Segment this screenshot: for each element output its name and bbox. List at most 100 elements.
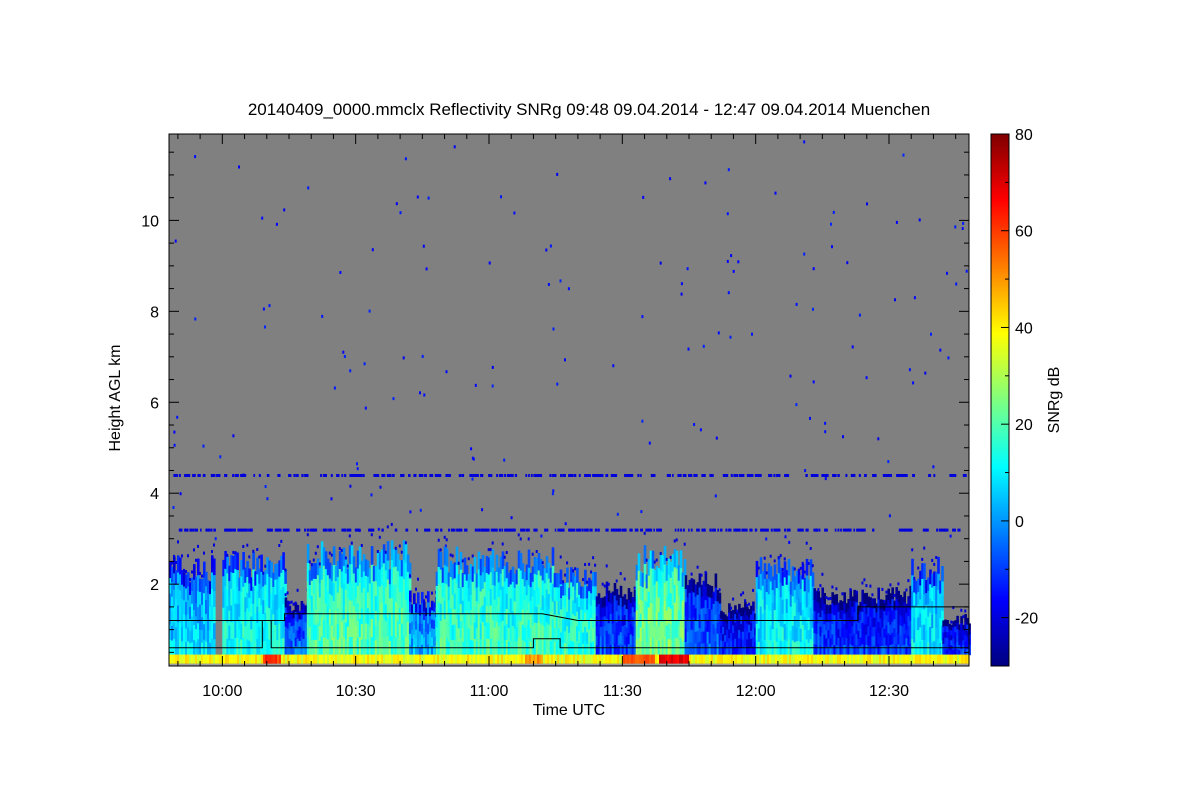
clutter-layer-cell (770, 528, 773, 532)
clutter-layer-cell (589, 528, 593, 532)
clutter-layer-cell (624, 474, 627, 477)
clutter-layer-cell (533, 528, 538, 532)
fringe-speck (400, 550, 403, 554)
fringe-speck (527, 537, 530, 541)
noise-speck (648, 441, 651, 445)
clutter-layer-cell (858, 474, 861, 477)
fringe-speck (197, 544, 199, 548)
clutter-layer-cell (208, 528, 211, 532)
clutter-layer-cell (818, 528, 821, 532)
noise-speck (832, 210, 835, 214)
reflectivity-cell (213, 558, 216, 576)
noise-speck (552, 327, 555, 331)
clutter-layer-cell (648, 528, 653, 532)
fringe-speck (653, 560, 656, 564)
noise-speck (425, 267, 428, 271)
fringe-speck (960, 608, 963, 612)
noise-speck (717, 331, 720, 335)
fringe-speck (256, 548, 259, 551)
reflectivity-cell (370, 546, 374, 565)
fringe-speck (344, 556, 347, 560)
clutter-layer-cell (634, 528, 639, 532)
clutter-layer-cell (477, 528, 480, 532)
clutter-layer-cell (800, 528, 804, 532)
noise-speck (471, 477, 474, 481)
clutter-layer-cell (232, 528, 236, 532)
clutter-layer-cell (725, 474, 729, 477)
clutter-layer-cell (480, 474, 484, 477)
fringe-speck (702, 580, 705, 584)
reflectivity-cell (811, 572, 815, 587)
fringe-speck (201, 574, 203, 578)
clutter-layer-cell (504, 474, 506, 477)
reflectivity-cell (559, 569, 563, 585)
fringe-speck (673, 539, 676, 543)
fringe-speck (562, 580, 565, 584)
clutter-layer-cell (370, 528, 375, 532)
reflectivity-cell (213, 590, 216, 608)
fringe-speck (809, 547, 812, 550)
fringe-speck (655, 558, 658, 562)
noise-speck (795, 302, 798, 306)
noise-speck (727, 168, 730, 172)
clutter-layer-cell (728, 528, 732, 532)
noise-speck (474, 383, 477, 387)
clutter-layer-cell (400, 474, 405, 477)
y-tick-label: 2 (150, 577, 159, 594)
fringe-speck (451, 554, 454, 558)
noise-speck (275, 222, 278, 226)
clutter-layer-cell (320, 474, 322, 477)
noise-speck (751, 332, 753, 336)
clutter-layer-cell (605, 474, 609, 477)
clutter-layer-cell (925, 528, 929, 532)
fringe-speck (582, 578, 585, 582)
fringe-speck (704, 570, 707, 574)
noise-speck (470, 447, 473, 451)
fringe-speck (817, 588, 820, 591)
reflectivity-cell (213, 622, 216, 640)
fringe-speck (177, 540, 179, 544)
clutter-layer-cell (557, 528, 561, 532)
clutter-layer-cell (354, 474, 358, 477)
clutter-layer-cell (549, 474, 552, 477)
clutter-layer-cell (389, 474, 392, 477)
noise-speck (824, 421, 827, 425)
clutter-layer-cell (696, 528, 700, 532)
noise-speck (913, 296, 916, 300)
noise-speck (307, 186, 310, 190)
clutter-layer-cell (306, 528, 309, 532)
clutter-layer-cell (413, 474, 417, 477)
noise-speck (888, 514, 891, 518)
clutter-layer-cell (773, 474, 776, 477)
reflectivity-cell (763, 563, 767, 579)
fringe-speck (732, 597, 735, 601)
clutter-layer-cell (405, 528, 409, 532)
reflectivity-cell (941, 595, 944, 611)
clutter-layer-cell (344, 474, 347, 477)
clutter-layer-cell (376, 474, 380, 477)
fringe-speck (835, 587, 838, 591)
plot-area (168, 133, 971, 667)
clutter-layer-cell (493, 528, 498, 532)
noise-speck (356, 467, 359, 471)
colorbar-tick-label: 40 (1015, 320, 1033, 337)
clutter-layer-cell (394, 528, 398, 532)
clutter-layer-cell (178, 474, 181, 477)
fringe-speck (769, 554, 772, 558)
noise-speck (551, 492, 554, 496)
fringe-speck (189, 578, 191, 582)
fringe-speck (242, 545, 245, 548)
noise-speck (774, 191, 777, 195)
x-axis-label: Time UTC (533, 702, 605, 719)
clutter-layer-cell (301, 474, 304, 477)
noise-speck (962, 221, 965, 225)
fringe-speck (445, 538, 448, 542)
clutter-layer-cell (421, 474, 424, 477)
reflectivity-cell (576, 567, 579, 583)
noise-speck (947, 356, 950, 360)
fringe-speck (491, 541, 494, 545)
fringe-speck (633, 586, 636, 590)
fringe-speck (328, 551, 331, 555)
noise-speck (894, 298, 896, 302)
noise-speck (283, 208, 286, 212)
